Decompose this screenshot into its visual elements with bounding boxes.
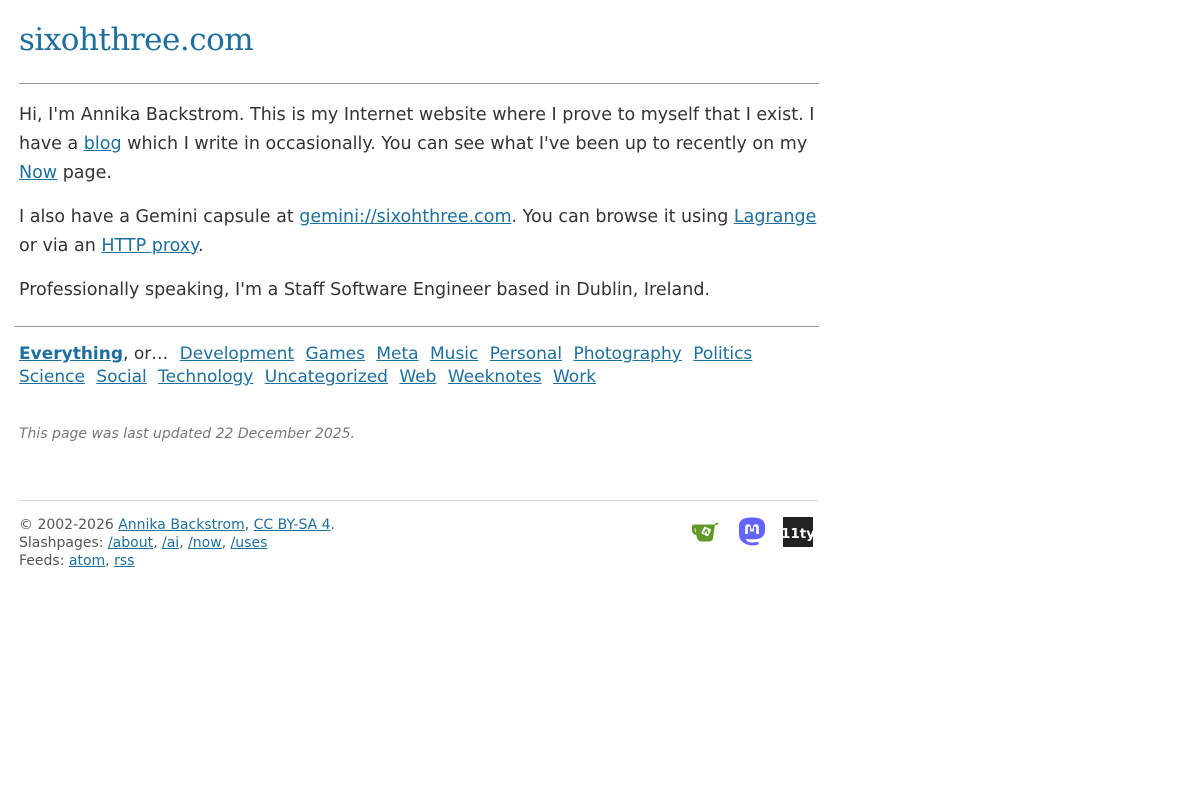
gitea-icon-graphic [692, 522, 719, 542]
intro-text: I also have a Gemini capsule at [19, 207, 300, 227]
feeds-line: Feeds: atom, rss [19, 552, 335, 570]
separator: , [221, 535, 231, 551]
category-everything-link[interactable]: Everything [19, 344, 123, 364]
intro-paragraph-3: Professionally speaking, I'm a Staff Sof… [19, 280, 710, 300]
category-nav: Everything, or… Development Games Meta M… [19, 343, 819, 389]
slashpage-uses-link[interactable]: /uses [231, 535, 268, 551]
intro-text: page. [57, 163, 112, 183]
category-link-science[interactable]: Science [19, 367, 85, 387]
header-divider [19, 83, 819, 84]
lagrange-link[interactable]: Lagrange [734, 207, 816, 227]
mastodon-icon-graphic [739, 517, 765, 546]
slashpages-label: Slashpages: [19, 535, 108, 551]
separator: . [330, 517, 335, 533]
site-title: sixohthree.com [19, 0, 819, 61]
intro-text: or via an [19, 236, 102, 256]
feed-atom-link[interactable]: atom [69, 553, 105, 569]
category-link-weeknotes[interactable]: Weeknotes [448, 367, 542, 387]
category-link-work[interactable]: Work [553, 367, 596, 387]
category-link-personal[interactable]: Personal [490, 344, 562, 364]
eleventy-icon-graphic: 11ty [781, 517, 815, 547]
intro-paragraph-2: I also have a Gemini capsule at gemini:/… [19, 203, 819, 261]
eleventy-icon[interactable]: 11ty [781, 516, 815, 548]
category-link-uncategorized[interactable]: Uncategorized [265, 367, 388, 387]
intro-paragraph-1: Hi, I'm Annika Backstrom. This is my Int… [19, 101, 819, 188]
feeds-label: Feeds: [19, 553, 69, 569]
last-updated-note: This page was last updated 22 December 2… [19, 426, 356, 442]
category-link-games[interactable]: Games [306, 344, 365, 364]
category-link-meta[interactable]: Meta [376, 344, 418, 364]
or-separator: , or… [123, 344, 169, 364]
feed-rss-link[interactable]: rss [114, 553, 134, 569]
license-link[interactable]: CC BY-SA 4 [254, 517, 331, 533]
slashpage-about-link[interactable]: /about [108, 535, 153, 551]
category-link-web[interactable]: Web [399, 367, 436, 387]
intro-text: which I write in occasionally. You can s… [121, 134, 808, 154]
categories-divider [14, 326, 819, 327]
gemini-link[interactable]: gemini://sixohthree.com [299, 207, 511, 227]
slashpage-ai-link[interactable]: /ai [162, 535, 179, 551]
intro-section: Hi, I'm Annika Backstrom. This is my Int… [19, 101, 819, 320]
category-link-social[interactable]: Social [96, 367, 146, 387]
http-proxy-link[interactable]: HTTP proxy [101, 236, 198, 256]
category-link-politics[interactable]: Politics [693, 344, 752, 364]
separator: , [153, 535, 162, 551]
site-title-text: sixohthree.com [19, 22, 254, 58]
category-link-technology[interactable]: Technology [158, 367, 253, 387]
mastodon-icon[interactable] [736, 516, 768, 548]
copyright-text: © 2002-2026 [19, 517, 119, 533]
separator: , [105, 553, 115, 569]
intro-text: . You can browse it using [511, 207, 734, 227]
footer-divider [19, 500, 819, 501]
intro-text: . [198, 236, 204, 256]
page-container: sixohthree.com Hi, I'm Annika Backstrom.… [14, 0, 819, 569]
category-link-music[interactable]: Music [430, 344, 478, 364]
separator: , [179, 535, 189, 551]
slashpages-line: Slashpages: /about, /ai, /now, /uses [19, 534, 335, 552]
footer: © 2002-2026 Annika Backstrom, CC BY-SA 4… [19, 516, 335, 570]
footer-icon-links: 11ty [689, 516, 815, 548]
eleventy-icon-text: 11ty [782, 526, 814, 542]
category-link-photography[interactable]: Photography [573, 344, 681, 364]
author-link[interactable]: Annika Backstrom [118, 517, 245, 533]
category-link-development[interactable]: Development [180, 344, 294, 364]
gitea-icon[interactable] [689, 516, 721, 548]
slashpage-now-link[interactable]: /now [188, 535, 222, 551]
now-link[interactable]: Now [19, 163, 57, 183]
copyright-line: © 2002-2026 Annika Backstrom, CC BY-SA 4… [19, 516, 335, 534]
separator: , [244, 517, 254, 533]
blog-link[interactable]: blog [84, 134, 122, 154]
